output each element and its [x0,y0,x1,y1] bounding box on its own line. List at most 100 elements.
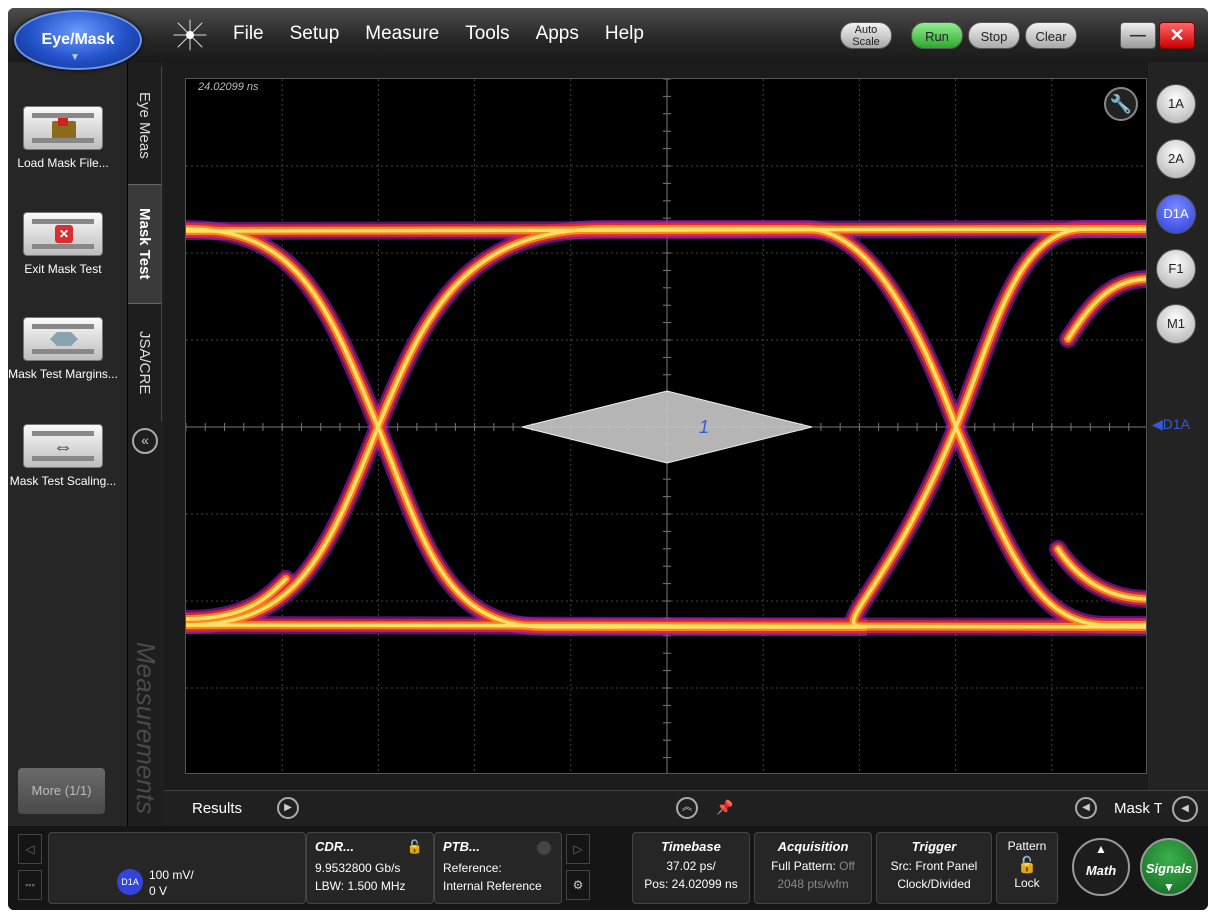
pin-icon[interactable]: 📌 [716,799,733,816]
stop-button[interactable]: Stop [968,22,1020,49]
main-menu: File Setup Measure Tools Apps Help [233,23,644,45]
function-f1-button[interactable]: F1 [1156,249,1196,289]
eye-mask-label: Eye/Mask [41,31,115,48]
mask-region-number: 1 [699,417,709,437]
acquisition-mode: Full Pattern: Off [755,859,871,873]
menu-setup[interactable]: Setup [290,23,340,45]
acquisition-mode-label: Full Pattern: [771,859,840,873]
results-collapse-icon[interactable]: ◀ [1075,797,1097,819]
tab-jsa-cre-label: JSA/CRE [136,331,153,395]
tab-eye-meas-label: Eye Meas [136,91,153,159]
mask-test-margins-label: Mask Test Margins... [8,367,118,381]
more-button[interactable]: More (1/1) [18,768,105,814]
cdr-lbw: LBW: 1.500 MHz [315,879,406,893]
clear-button[interactable]: Clear [1025,22,1077,49]
exit-mask-test-button[interactable]: ✕ Exit Mask Test [8,212,118,277]
ptb-indicator-icon [537,841,551,855]
status-bar: ◁ ▪▪▪ D1A 100 mV/ 0 V CDR... 🔓 9.9532800… [8,826,1208,910]
trigger-mode: Clock/Divided [897,877,971,891]
trigger-source: Src: Front Panel [877,859,991,873]
cdr-status-box[interactable]: CDR... 🔓 9.9532800 Gb/s LBW: 1.500 MHz [306,832,434,904]
ptb-title: PTB... [443,839,480,854]
pattern-lock-box[interactable]: Pattern 🔓 Lock [996,832,1058,904]
folder-icon [23,106,103,150]
mask-test-panel: Load Mask File... ✕ Exit Mask Test Mask … [8,62,128,826]
math-up-icon: ▲ [1095,842,1107,856]
scale-arrows-icon: ⇔ [23,424,103,468]
mask-test-scaling-button[interactable]: ⇔ Mask Test Scaling... [8,424,118,489]
trigger-source-label: Src: [890,859,916,873]
keysight-logo-icon [173,19,207,51]
expand-up-icon[interactable]: ︽ [676,797,698,819]
menu-bar: Eye/Mask ▼ File Setup Measure Tools Apps… [8,8,1208,70]
channel-scale: 100 mV/ [149,868,194,882]
load-mask-file-button[interactable]: Load Mask File... [8,106,118,171]
signals-button[interactable]: Signals ▼ [1140,838,1198,896]
status-right-arrow-icon[interactable]: ▷ [566,834,590,864]
channel-status-box[interactable]: D1A 100 mV/ 0 V [48,832,306,904]
auto-scale-button[interactable]: Auto Scale [840,22,892,49]
timestamp-label: 24.02099 ns [198,81,259,93]
chevron-down-icon: ▼ [70,52,80,63]
acquisition-points: 2048 pts/wfm [777,877,849,891]
tab-eye-meas[interactable]: Eye Meas [128,66,162,184]
memory-m1-button[interactable]: M1 [1156,304,1196,344]
minimize-button[interactable]: — [1120,22,1156,49]
trigger-source-value: Front Panel [915,859,978,873]
ptb-reference-value: Internal Reference [443,879,542,893]
ptb-status-box[interactable]: PTB... Reference: Internal Reference [434,832,562,904]
math-button[interactable]: ▲ Math [1072,838,1130,896]
mask-test-margins-button[interactable]: Mask Test Margins... [8,317,118,382]
channel-level-label: D1A [1162,416,1191,432]
run-button[interactable]: Run [911,22,963,49]
close-button[interactable]: ✕ [1159,22,1195,49]
timebase-status-box[interactable]: Timebase 37.02 ps/ Pos: 24.02099 ns [632,832,750,904]
pattern-lock-label: Lock [1014,876,1040,890]
cdr-title: CDR... [315,839,354,854]
app-window: Eye/Mask ▼ File Setup Measure Tools Apps… [8,8,1208,910]
acquisition-status-box[interactable]: Acquisition Full Pattern: Off 2048 pts/w… [754,832,872,904]
signals-down-icon: ▼ [1163,880,1175,894]
results-bar: Results ▶ ︽ 📌 ◀ Mask Test ◀ [164,790,1208,826]
collapse-panel-icon[interactable]: « [132,428,158,454]
exit-mask-test-label: Exit Mask Test [24,262,102,276]
trigger-status-box[interactable]: Trigger Src: Front Panel Clock/Divided [876,832,992,904]
channel-1a-button[interactable]: 1A [1156,84,1196,124]
waveform-display[interactable]: 1 24.02099 ns 🔧 [185,78,1147,774]
tab-mask-test-label: Mask Test [136,208,153,280]
mask-test-scaling-label: Mask Test Scaling... [9,474,117,488]
ptb-reference-label: Reference: [443,861,502,875]
channel-badge: D1A [117,869,143,895]
timebase-scale: 37.02 ps/ [666,859,716,873]
wrench-icon[interactable]: 🔧 [1104,87,1138,121]
exit-x-icon: ✕ [23,212,103,256]
timebase-position: Pos: 24.02099 ns [644,877,738,891]
channel-2a-button[interactable]: 2A [1156,139,1196,179]
channel-d1a-button[interactable]: D1A [1156,194,1196,234]
mask-test-results-label[interactable]: Mask Test [1114,800,1162,817]
menu-measure[interactable]: Measure [365,23,439,45]
tab-mask-test[interactable]: Mask Test [128,184,162,304]
lock-icon: 🔓 [1017,857,1037,874]
menu-tools[interactable]: Tools [465,23,509,45]
results-expand-icon[interactable]: ▶ [277,797,299,819]
status-grid-icon[interactable]: ▪▪▪ [18,870,42,900]
status-left-arrow-icon[interactable]: ◁ [18,834,42,864]
vertical-tabs: Eye Meas Mask Test JSA/CRE « Measurement… [128,62,164,826]
cdr-rate: 9.9532800 Gb/s [315,861,401,875]
channel-strip: 1A 2A D1A F1 M1 [1148,62,1208,826]
results-scroll-icon[interactable]: ◀ [1172,796,1198,822]
hexagon-mask-icon [23,317,103,361]
channel-level-marker: ◀D1A [1152,416,1191,432]
load-mask-file-label: Load Mask File... [17,156,109,170]
tab-jsa-cre[interactable]: JSA/CRE [128,304,162,422]
results-label[interactable]: Results [192,800,242,817]
settings-gear-icon[interactable]: ⚙ [566,870,590,900]
trigger-title: Trigger [911,839,957,854]
eye-mask-mode-button[interactable]: Eye/Mask ▼ [14,10,142,70]
menu-apps[interactable]: Apps [536,23,579,45]
unlocked-icon: 🔓 [406,839,423,854]
menu-help[interactable]: Help [605,23,644,45]
menu-file[interactable]: File [233,23,264,45]
eye-diagram: 1 [186,79,1146,773]
